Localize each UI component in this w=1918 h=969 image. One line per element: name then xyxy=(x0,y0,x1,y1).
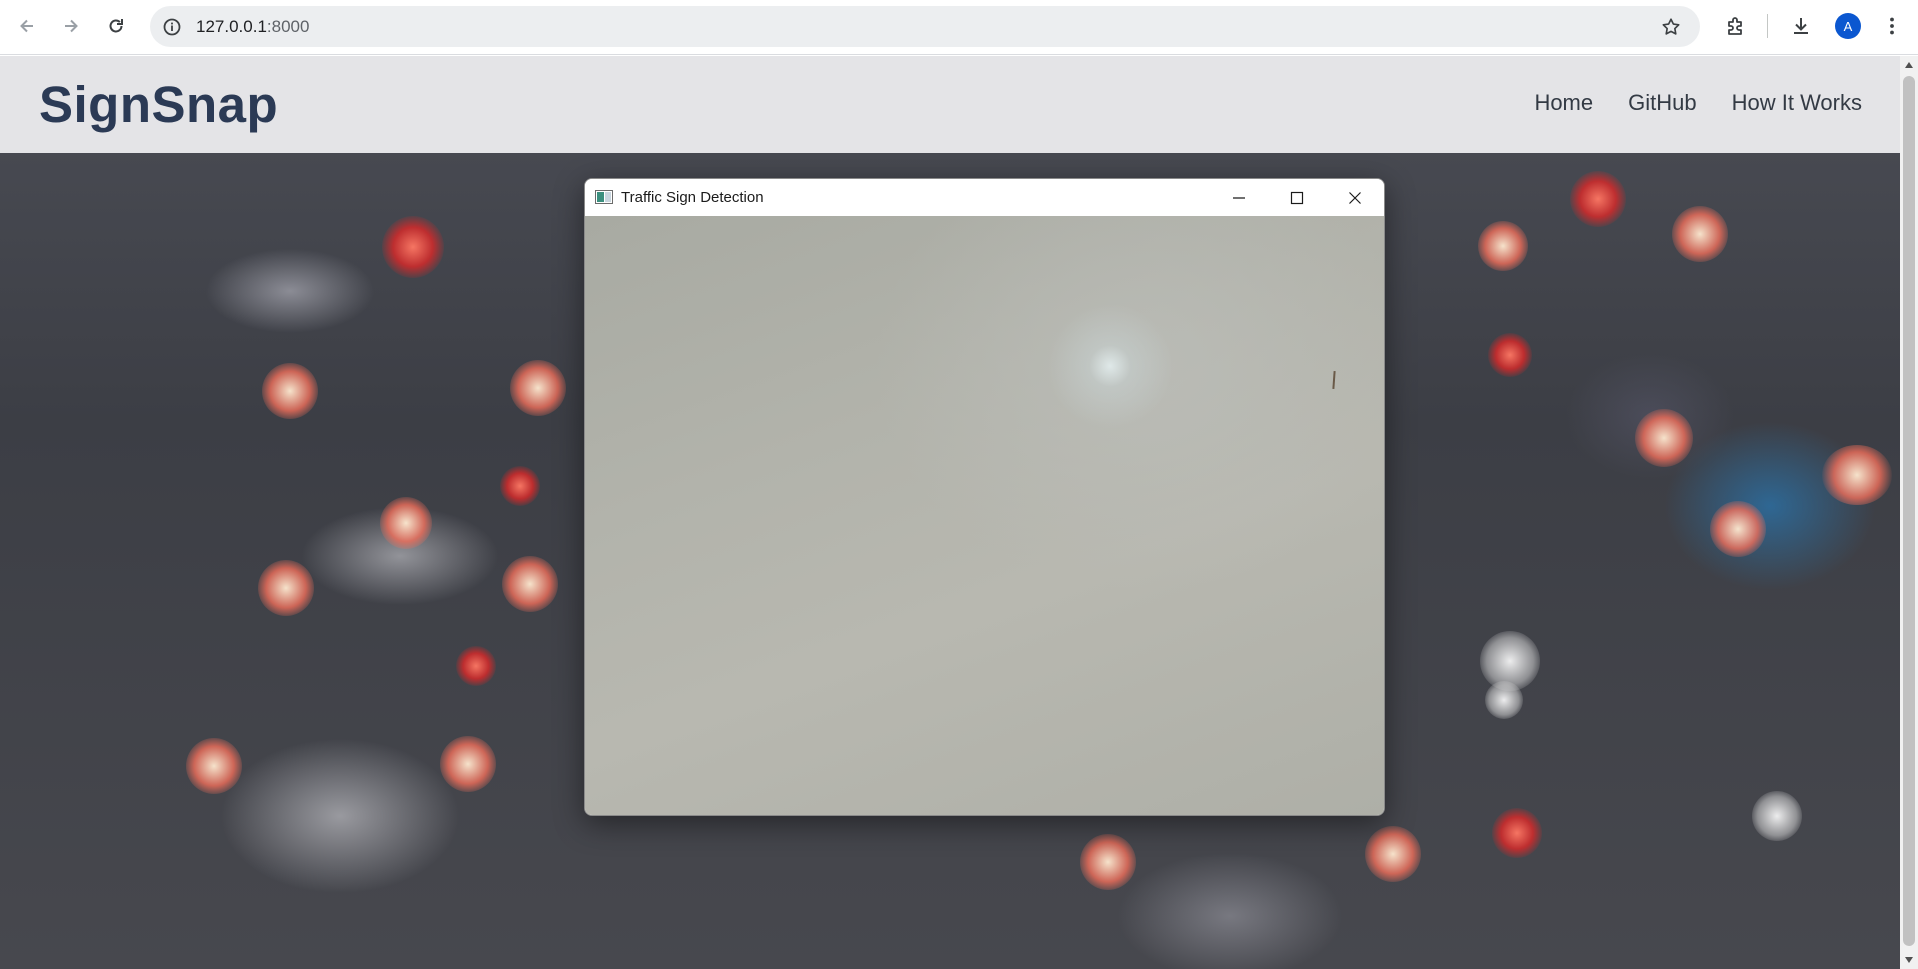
window-minimize-button[interactable] xyxy=(1210,179,1268,216)
detection-window[interactable]: Traffic Sign Detection xyxy=(584,178,1385,816)
extensions-icon xyxy=(1728,17,1742,35)
extensions-button[interactable] xyxy=(1723,13,1749,39)
scrollbar-thumb[interactable] xyxy=(1903,76,1915,946)
kebab-menu-icon xyxy=(1890,17,1894,35)
menu-button[interactable] xyxy=(1880,13,1904,39)
back-button[interactable] xyxy=(12,11,42,41)
url-port: :8000 xyxy=(266,17,310,36)
window-maximize-button[interactable] xyxy=(1268,179,1326,216)
scroll-down-arrow-icon[interactable] xyxy=(1905,957,1913,963)
window-close-button[interactable] xyxy=(1326,179,1384,216)
minimize-icon xyxy=(1233,196,1245,199)
window-titlebar[interactable]: Traffic Sign Detection xyxy=(585,179,1384,216)
toolbar-separator xyxy=(1767,14,1768,38)
browser-toolbar: 127.0.0.1:8000 A xyxy=(0,0,1918,55)
address-bar[interactable]: 127.0.0.1:8000 xyxy=(150,6,1700,47)
downloads-button[interactable] xyxy=(1788,13,1814,39)
profile-avatar[interactable]: A xyxy=(1835,13,1861,39)
forward-button[interactable] xyxy=(56,11,86,41)
site-header: SignSnap Home GitHub How It Works xyxy=(0,56,1900,153)
feed-speck xyxy=(1332,370,1336,390)
app-window-icon xyxy=(595,190,613,204)
reload-icon xyxy=(109,19,123,33)
star-icon[interactable] xyxy=(1660,16,1682,38)
window-title: Traffic Sign Detection xyxy=(621,189,764,206)
close-icon xyxy=(1349,191,1361,204)
site-brand[interactable]: SignSnap xyxy=(39,75,278,134)
forward-arrow-icon xyxy=(65,19,78,33)
nav-link-github[interactable]: GitHub xyxy=(1628,90,1696,116)
site-nav: Home GitHub How It Works xyxy=(1499,90,1862,116)
url-text[interactable]: 127.0.0.1:8000 xyxy=(196,17,309,37)
info-icon[interactable] xyxy=(162,17,182,37)
camera-feed xyxy=(585,216,1384,815)
nav-link-home[interactable]: Home xyxy=(1534,90,1593,116)
nav-link-how-it-works[interactable]: How It Works xyxy=(1732,90,1862,116)
reload-button[interactable] xyxy=(101,11,131,41)
maximize-icon xyxy=(1290,191,1304,204)
back-arrow-icon xyxy=(20,19,33,33)
page-scrollbar[interactable] xyxy=(1900,56,1918,969)
url-host: 127.0.0.1 xyxy=(196,17,267,36)
scroll-up-arrow-icon[interactable] xyxy=(1905,62,1913,68)
download-icon xyxy=(1794,18,1808,34)
